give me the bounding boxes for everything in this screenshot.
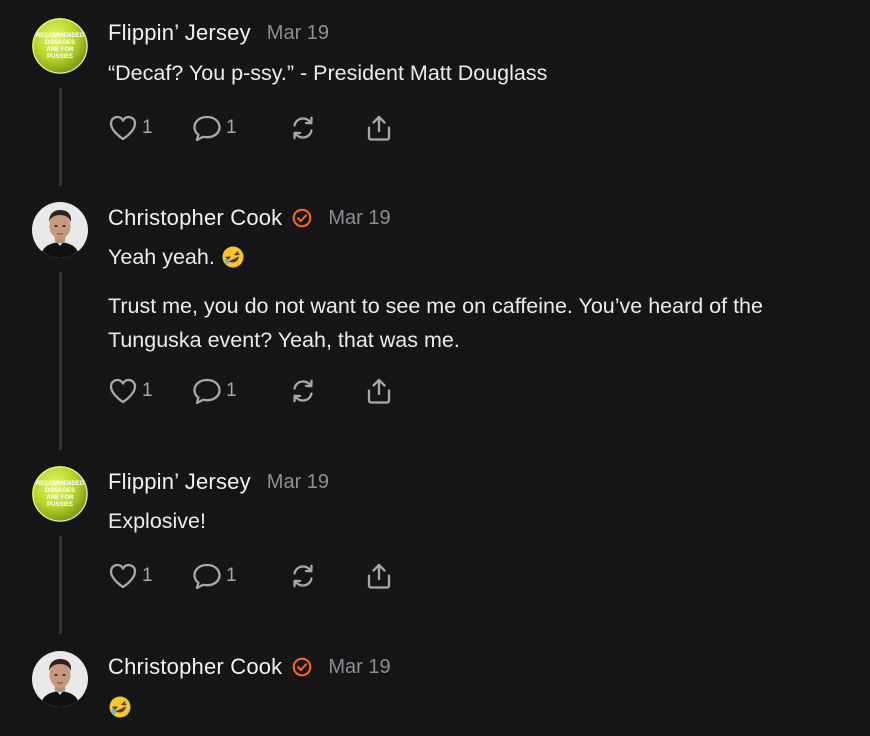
comment-body: “Decaf? You p-ssy.” - President Matt Dou…	[108, 56, 860, 90]
author-name[interactable]: Flippin’ Jersey	[108, 20, 251, 46]
like-count: 1	[142, 565, 153, 586]
svg-text:RECOMMENDED: RECOMMENDED	[36, 33, 85, 39]
svg-text:DOSAGES: DOSAGES	[45, 488, 75, 494]
verified-badge-icon	[292, 208, 312, 228]
restack-button[interactable]	[288, 113, 364, 143]
restack-icon	[288, 376, 318, 406]
speech-bubble-icon	[192, 376, 222, 406]
comment-thread: RECOMMENDED DOSAGES ARE FOR PUSSIES Flip…	[0, 0, 870, 736]
svg-text:ARE FOR: ARE FOR	[47, 495, 75, 501]
reply-count: 1	[226, 380, 237, 401]
comment-actions: 1 1	[108, 376, 394, 406]
verified-badge-icon	[292, 657, 312, 677]
comment-paragraph: Trust me, you do not want to see me on c…	[108, 294, 763, 352]
thread-line	[59, 536, 62, 634]
svg-text:RECOMMENDED: RECOMMENDED	[36, 481, 85, 487]
restack-icon	[288, 561, 318, 591]
thread-line	[59, 88, 62, 186]
green-circle-logo-avatar[interactable]: RECOMMENDED DOSAGES ARE FOR PUSSIES	[32, 18, 88, 74]
share-button[interactable]	[364, 376, 394, 406]
svg-text:ARE FOR: ARE FOR	[47, 47, 75, 53]
comment-date[interactable]: Mar 19	[328, 656, 390, 679]
comment-actions: 1 1	[108, 561, 394, 591]
comment-text: Yeah yeah.	[108, 245, 215, 269]
comment-body	[108, 690, 860, 729]
comment-date[interactable]: Mar 19	[328, 207, 390, 230]
reply-button[interactable]: 1	[192, 376, 288, 406]
share-button[interactable]	[364, 561, 394, 591]
author-name[interactable]: Flippin’ Jersey	[108, 469, 251, 495]
restack-icon	[288, 113, 318, 143]
man-portrait-avatar[interactable]	[32, 202, 88, 258]
comment-paragraph	[108, 690, 860, 729]
comment-actions: 1 1	[108, 113, 394, 143]
rolling-laughing-emoji-icon	[221, 245, 245, 279]
comment-paragraph: Yeah yeah.	[108, 240, 860, 279]
comment-paragraph: Explosive!	[108, 509, 206, 533]
restack-button[interactable]	[288, 376, 364, 406]
like-count: 1	[142, 117, 153, 138]
comment-header: Flippin’ Jersey Mar 19	[108, 20, 329, 46]
restack-button[interactable]	[288, 561, 364, 591]
comment-body: Explosive!	[108, 504, 860, 538]
thread-line	[59, 272, 62, 450]
heart-icon	[108, 561, 138, 591]
like-count: 1	[142, 380, 153, 401]
like-button[interactable]: 1	[108, 113, 192, 143]
comment-date[interactable]: Mar 19	[267, 471, 329, 494]
rolling-laughing-emoji-icon	[108, 695, 132, 729]
speech-bubble-icon	[192, 561, 222, 591]
like-button[interactable]: 1	[108, 561, 192, 591]
reply-button[interactable]: 1	[192, 561, 288, 591]
reply-count: 1	[226, 117, 237, 138]
reply-count: 1	[226, 565, 237, 586]
comment-header: Flippin’ Jersey Mar 19	[108, 469, 329, 495]
reply-button[interactable]: 1	[192, 113, 288, 143]
speech-bubble-icon	[192, 113, 222, 143]
comment-header: Christopher Cook Mar 19	[108, 654, 391, 680]
svg-text:DOSAGES: DOSAGES	[45, 40, 75, 46]
share-icon	[364, 113, 394, 143]
share-icon	[364, 561, 394, 591]
comment-body: Yeah yeah. Trust me, you do not want to …	[108, 240, 860, 357]
like-button[interactable]: 1	[108, 376, 192, 406]
green-circle-logo-avatar[interactable]: RECOMMENDED DOSAGES ARE FOR PUSSIES	[32, 466, 88, 522]
man-portrait-avatar[interactable]	[32, 651, 88, 707]
comment-date[interactable]: Mar 19	[267, 22, 329, 45]
heart-icon	[108, 376, 138, 406]
share-button[interactable]	[364, 113, 394, 143]
comment-header: Christopher Cook Mar 19	[108, 205, 391, 231]
author-name[interactable]: Christopher Cook	[108, 654, 282, 680]
svg-text:PUSSIES: PUSSIES	[47, 502, 73, 508]
heart-icon	[108, 113, 138, 143]
author-name[interactable]: Christopher Cook	[108, 205, 282, 231]
share-icon	[364, 376, 394, 406]
comment-paragraph: “Decaf? You p-ssy.” - President Matt Dou…	[108, 61, 548, 85]
svg-text:PUSSIES: PUSSIES	[47, 54, 73, 60]
